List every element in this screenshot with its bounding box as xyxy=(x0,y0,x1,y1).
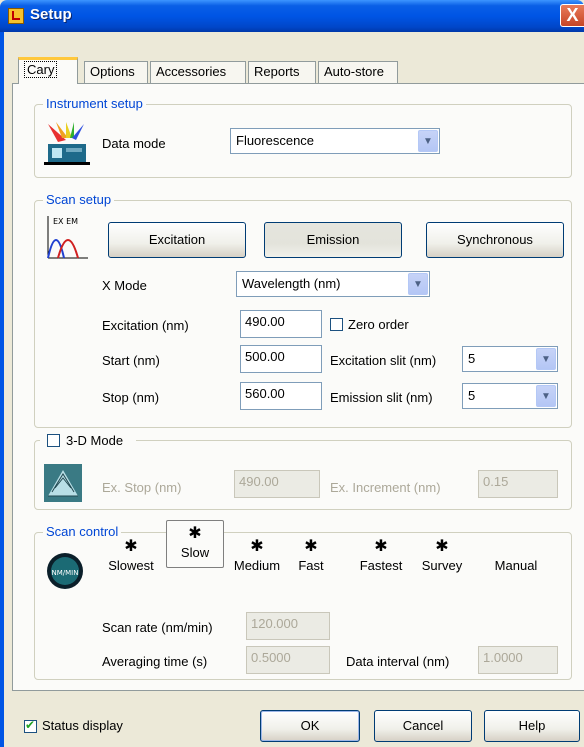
stop-nm-label: Stop (nm) xyxy=(102,390,160,405)
x-mode-value: Wavelength (nm) xyxy=(242,276,341,291)
speed-manual[interactable]: Manual xyxy=(484,538,548,573)
help-button[interactable]: Help xyxy=(484,710,580,742)
cancel-button[interactable]: Cancel xyxy=(374,710,472,742)
excitation-nm-label: Excitation (nm) xyxy=(102,318,189,333)
excitation-button[interactable]: Excitation xyxy=(108,222,246,258)
data-interval-input[interactable]: 1.0000 xyxy=(478,646,558,674)
instrument-setup-legend: Instrument setup xyxy=(43,96,146,111)
scan-control-legend: Scan control xyxy=(43,524,122,539)
speed-survey[interactable]: ✱ Survey xyxy=(412,538,472,573)
data-mode-label: Data mode xyxy=(102,136,166,151)
app-icon xyxy=(8,8,24,24)
scan-rate-input[interactable]: 120.000 xyxy=(246,612,330,640)
emission-slit-select[interactable]: 5 ▼ xyxy=(462,383,558,409)
speed-slow[interactable]: ✱ Slow xyxy=(166,520,224,568)
tab-cary[interactable]: Cary xyxy=(18,57,78,84)
stop-nm-input[interactable]: 560.00 xyxy=(240,382,322,410)
averaging-time-label: Averaging time (s) xyxy=(102,654,208,669)
excitation-nm-input[interactable]: 490.00 xyxy=(240,310,322,338)
tab-auto-store[interactable]: Auto-store xyxy=(318,61,398,83)
mode-3d-label: 3-D Mode xyxy=(66,433,124,448)
x-mode-select[interactable]: Wavelength (nm) ▼ xyxy=(236,271,430,297)
window-frame xyxy=(0,32,4,747)
ex-increment-label: Ex. Increment (nm) xyxy=(330,480,441,495)
scan-setup-legend: Scan setup xyxy=(43,192,115,207)
walker-icon: ✱ xyxy=(124,538,138,555)
speed-medium[interactable]: ✱ Medium xyxy=(228,538,286,573)
setup-dialog: Setup X Cary Options Accessories Reports… xyxy=(0,0,584,747)
start-nm-label: Start (nm) xyxy=(102,353,160,368)
status-display-label: Status display xyxy=(42,718,123,733)
status-display-checkbox[interactable] xyxy=(24,718,37,733)
chevron-down-icon[interactable]: ▼ xyxy=(536,348,556,370)
speed-slowest[interactable]: ✱ Slowest xyxy=(100,538,162,573)
zero-order-checkbox[interactable] xyxy=(330,318,343,331)
close-button[interactable]: X xyxy=(560,4,584,27)
tab-reports[interactable]: Reports xyxy=(248,61,316,83)
tab-options[interactable]: Options xyxy=(84,61,148,83)
chevron-down-icon[interactable]: ▼ xyxy=(418,130,438,152)
x-mode-label: X Mode xyxy=(102,278,147,293)
data-mode-select[interactable]: Fluorescence ▼ xyxy=(230,128,440,154)
runner-icon: ✱ xyxy=(304,538,318,555)
walker-icon: ✱ xyxy=(188,525,202,542)
emission-button[interactable]: Emission xyxy=(264,222,402,258)
walker-icon: ✱ xyxy=(250,538,264,555)
sprinter-icon: ✱ xyxy=(435,538,449,555)
ok-button[interactable]: OK xyxy=(260,710,360,742)
excitation-slit-select[interactable]: 5 ▼ xyxy=(462,346,558,372)
speed-fast[interactable]: ✱ Fast xyxy=(288,538,334,573)
synchronous-button[interactable]: Synchronous xyxy=(426,222,564,258)
emission-slit-label: Emission slit (nm) xyxy=(330,390,433,405)
ex-stop-input[interactable]: 490.00 xyxy=(234,470,320,498)
excitation-slit-label: Excitation slit (nm) xyxy=(330,353,437,368)
instrument-icon xyxy=(44,122,90,165)
runner-icon: ✱ xyxy=(374,538,388,555)
gauge-label: NM/MIN xyxy=(52,569,79,577)
data-interval-label: Data interval (nm) xyxy=(346,654,450,669)
zero-order-label: Zero order xyxy=(348,317,409,332)
excitation-slit-value: 5 xyxy=(468,351,476,366)
averaging-time-input[interactable]: 0.5000 xyxy=(246,646,330,674)
ex-increment-input[interactable]: 0.15 xyxy=(478,470,558,498)
chevron-down-icon[interactable]: ▼ xyxy=(408,273,428,295)
emission-slit-value: 5 xyxy=(468,388,476,403)
3d-plot-icon xyxy=(44,464,82,502)
tab-accessories[interactable]: Accessories xyxy=(150,61,246,83)
window-title: Setup xyxy=(30,6,72,23)
start-nm-input[interactable]: 500.00 xyxy=(240,345,322,373)
speed-fastest[interactable]: ✱ Fastest xyxy=(350,538,412,573)
scan-rate-label: Scan rate (nm/min) xyxy=(102,620,213,635)
ex-stop-label: Ex. Stop (nm) xyxy=(102,480,182,495)
ex-em-label: EX EM xyxy=(53,217,78,226)
gauge-icon: NM/MIN xyxy=(47,553,83,589)
chevron-down-icon[interactable]: ▼ xyxy=(536,385,556,407)
ex-em-spectrum-icon: EX EM xyxy=(47,216,88,259)
mode-3d-checkbox[interactable] xyxy=(47,434,60,447)
title-bar[interactable]: Setup X xyxy=(0,0,584,32)
data-mode-value: Fluorescence xyxy=(236,133,315,148)
